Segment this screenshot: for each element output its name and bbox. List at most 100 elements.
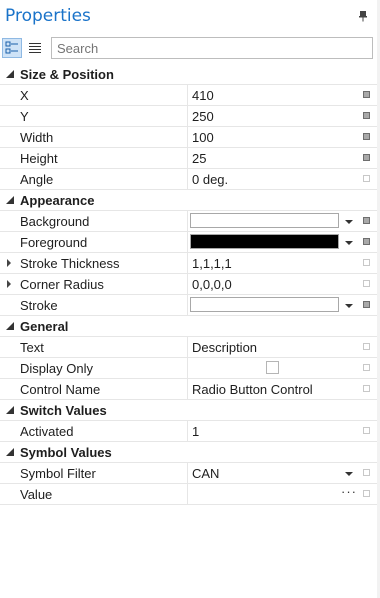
expand-triangle-icon[interactable] xyxy=(7,280,11,288)
ellipsis-button-icon[interactable]: ··· xyxy=(341,484,357,499)
column-divider xyxy=(187,106,188,126)
collapse-triangle-icon[interactable] xyxy=(6,196,14,204)
collapse-triangle-icon[interactable] xyxy=(6,70,14,78)
property-set-marker-icon[interactable] xyxy=(363,133,370,140)
collapse-triangle-icon[interactable] xyxy=(6,322,14,330)
property-value[interactable]: Description xyxy=(192,340,342,355)
categorized-view-button[interactable] xyxy=(2,38,22,58)
panel-title: Properties xyxy=(5,6,91,26)
property-name: Angle xyxy=(20,172,54,187)
column-divider xyxy=(187,127,188,147)
property-row-x[interactable]: X 410 xyxy=(0,85,377,106)
property-row-activated[interactable]: Activated 1 xyxy=(0,421,377,442)
property-value[interactable]: 0 deg. xyxy=(192,172,342,187)
property-row-stroke[interactable]: Stroke xyxy=(0,295,377,316)
property-row-control-name[interactable]: Control Name Radio Button Control xyxy=(0,379,377,400)
property-set-marker-icon[interactable] xyxy=(363,91,370,98)
property-default-marker-icon[interactable] xyxy=(363,280,370,287)
column-divider xyxy=(187,379,188,399)
property-set-marker-icon[interactable] xyxy=(363,112,370,119)
categorized-icon xyxy=(5,41,18,54)
property-default-marker-icon[interactable] xyxy=(363,427,370,434)
category-size-position[interactable]: Size & Position xyxy=(0,64,377,85)
column-divider xyxy=(187,421,188,441)
properties-panel: Properties Search Size & Position X 410 … xyxy=(0,0,378,598)
property-set-marker-icon[interactable] xyxy=(363,301,370,308)
alphabetical-view-button[interactable] xyxy=(25,38,45,58)
property-value[interactable]: 1,1,1,1 xyxy=(192,256,342,271)
property-row-foreground[interactable]: Foreground xyxy=(0,232,377,253)
display-only-checkbox[interactable] xyxy=(266,361,279,374)
property-default-marker-icon[interactable] xyxy=(363,259,370,266)
property-value[interactable]: CAN xyxy=(192,466,342,481)
property-default-marker-icon[interactable] xyxy=(363,490,370,497)
property-row-background[interactable]: Background xyxy=(0,211,377,232)
dropdown-arrow-icon[interactable] xyxy=(345,220,353,224)
column-divider xyxy=(187,253,188,273)
property-name: X xyxy=(20,88,29,103)
property-default-marker-icon[interactable] xyxy=(363,469,370,476)
category-switch-values[interactable]: Switch Values xyxy=(0,400,377,421)
column-divider xyxy=(187,232,188,252)
property-default-marker-icon[interactable] xyxy=(363,175,370,182)
properties-toolbar xyxy=(0,36,377,62)
property-name: Text xyxy=(20,340,44,355)
column-divider xyxy=(187,85,188,105)
dropdown-arrow-icon[interactable] xyxy=(345,304,353,308)
property-name: Stroke Thickness xyxy=(20,256,120,271)
property-row-symbol-filter[interactable]: Symbol Filter CAN xyxy=(0,463,377,484)
category-appearance[interactable]: Appearance xyxy=(0,190,377,211)
property-row-text[interactable]: Text Description xyxy=(0,337,377,358)
property-value[interactable]: 1 xyxy=(192,424,342,439)
property-set-marker-icon[interactable] xyxy=(363,217,370,224)
property-name: Symbol Filter xyxy=(20,466,96,481)
property-default-marker-icon[interactable] xyxy=(363,343,370,350)
pin-icon[interactable] xyxy=(357,10,369,22)
category-label: Appearance xyxy=(20,193,95,208)
property-row-corner-radius[interactable]: Corner Radius 0,0,0,0 xyxy=(0,274,377,295)
property-name: Value xyxy=(20,487,53,502)
column-divider xyxy=(187,295,188,315)
foreground-color-swatch[interactable] xyxy=(190,234,339,249)
background-color-swatch[interactable] xyxy=(190,213,339,228)
property-default-marker-icon[interactable] xyxy=(363,385,370,392)
dropdown-arrow-icon[interactable] xyxy=(345,472,353,476)
column-divider xyxy=(187,484,188,504)
collapse-triangle-icon[interactable] xyxy=(6,406,14,414)
property-name: Background xyxy=(20,214,90,229)
property-row-display-only[interactable]: Display Only xyxy=(0,358,377,379)
property-set-marker-icon[interactable] xyxy=(363,238,370,245)
dropdown-arrow-icon[interactable] xyxy=(345,241,353,245)
property-name: Stroke xyxy=(20,298,58,313)
property-value[interactable]: 0,0,0,0 xyxy=(192,277,342,292)
property-row-height[interactable]: Height 25 xyxy=(0,148,377,169)
property-value[interactable]: Radio Button Control xyxy=(192,382,342,397)
property-value[interactable]: 410 xyxy=(192,88,342,103)
stroke-color-swatch[interactable] xyxy=(190,297,339,312)
category-label: Symbol Values xyxy=(20,445,112,460)
collapse-triangle-icon[interactable] xyxy=(6,448,14,456)
column-divider xyxy=(187,274,188,294)
property-row-value[interactable]: Value ··· xyxy=(0,484,377,505)
search-input[interactable] xyxy=(51,37,373,59)
column-divider xyxy=(187,337,188,357)
column-divider xyxy=(187,169,188,189)
property-set-marker-icon[interactable] xyxy=(363,154,370,161)
property-row-y[interactable]: Y 250 xyxy=(0,106,377,127)
category-label: Size & Position xyxy=(20,67,114,82)
category-label: Switch Values xyxy=(20,403,107,418)
property-row-width[interactable]: Width 100 xyxy=(0,127,377,148)
property-row-stroke-thickness[interactable]: Stroke Thickness 1,1,1,1 xyxy=(0,253,377,274)
property-name: Corner Radius xyxy=(20,277,104,292)
property-name: Height xyxy=(20,151,58,166)
property-name: Control Name xyxy=(20,382,101,397)
property-row-angle[interactable]: Angle 0 deg. xyxy=(0,169,377,190)
category-symbol-values[interactable]: Symbol Values xyxy=(0,442,377,463)
property-value[interactable]: 250 xyxy=(192,109,342,124)
expand-triangle-icon[interactable] xyxy=(7,259,11,267)
property-value[interactable]: 100 xyxy=(192,130,342,145)
category-label: General xyxy=(20,319,69,334)
category-general[interactable]: General xyxy=(0,316,377,337)
property-default-marker-icon[interactable] xyxy=(363,364,370,371)
property-value[interactable]: 25 xyxy=(192,151,342,166)
